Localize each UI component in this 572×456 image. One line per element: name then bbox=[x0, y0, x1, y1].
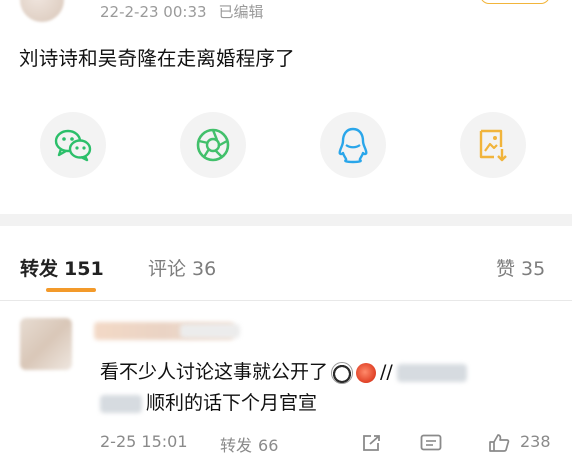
author-avatar[interactable] bbox=[20, 0, 64, 22]
tab-comments[interactable]: 评论 36 bbox=[148, 254, 216, 281]
share-save-image-button[interactable] bbox=[460, 112, 526, 178]
comment-repost-count: 66 bbox=[258, 436, 279, 455]
tab-comments-label: 评论 bbox=[148, 258, 187, 280]
qq-icon bbox=[338, 127, 368, 164]
moments-icon bbox=[196, 128, 230, 162]
tab-reposts-count: 151 bbox=[64, 258, 104, 280]
panda-emoji-icon bbox=[331, 361, 354, 384]
repost-separator: // bbox=[380, 361, 393, 383]
post-timestamp: 22-2-23 00:33 bbox=[100, 3, 207, 21]
save-image-icon bbox=[479, 129, 507, 162]
tabs-divider bbox=[0, 300, 572, 301]
comment-repost-label: 转发 bbox=[220, 436, 253, 455]
post-text: 刘诗诗和吴奇隆在走离婚程序了 bbox=[19, 47, 295, 70]
comment-repost-button[interactable]: 转发 66 bbox=[220, 432, 278, 456]
comment-text: 看不少人讨论这事就公开了 bbox=[100, 361, 329, 383]
commenter-avatar[interactable] bbox=[20, 318, 72, 370]
comment-like-count: 238 bbox=[520, 432, 551, 451]
wechat-icon bbox=[54, 129, 92, 162]
share-moments-button[interactable] bbox=[180, 112, 246, 178]
comment-date: 2-25 15:01 bbox=[100, 432, 188, 451]
active-tab-indicator bbox=[46, 288, 96, 292]
follow-button[interactable] bbox=[480, 0, 550, 4]
red-emoji-icon bbox=[356, 362, 377, 383]
comment-icon[interactable] bbox=[420, 434, 442, 452]
tab-reposts[interactable]: 转发 151 bbox=[20, 254, 104, 281]
comment-text-line2: 顺利的话下个月官宣 bbox=[100, 388, 317, 415]
like-icon[interactable] bbox=[488, 434, 510, 452]
share-icon[interactable] bbox=[362, 434, 382, 452]
tab-likes-count: 35 bbox=[521, 258, 546, 280]
share-qq-button[interactable] bbox=[320, 112, 386, 178]
comment-text-continued: 顺利的话下个月官宣 bbox=[146, 392, 318, 414]
edited-label: 已编辑 bbox=[218, 3, 264, 21]
comment-footer: 2-25 15:01 转发 66 238 bbox=[100, 432, 560, 456]
share-row bbox=[40, 112, 550, 190]
tab-reposts-label: 转发 bbox=[20, 258, 59, 280]
mention-user[interactable] bbox=[396, 363, 467, 382]
section-divider bbox=[0, 214, 572, 226]
interaction-tabs: 转发 151 评论 36 赞 35 bbox=[0, 242, 572, 292]
blurred-name bbox=[100, 394, 142, 413]
tab-likes[interactable]: 赞 35 bbox=[496, 254, 545, 281]
tab-comments-count: 36 bbox=[192, 258, 217, 280]
post-meta: 22-2-23 00:33 已编辑 bbox=[100, 0, 264, 24]
comment-text-line1: 看不少人讨论这事就公开了 // bbox=[100, 357, 467, 384]
tab-likes-label: 赞 bbox=[496, 258, 516, 280]
share-wechat-button[interactable] bbox=[40, 112, 106, 178]
commenter-badge bbox=[180, 324, 240, 338]
